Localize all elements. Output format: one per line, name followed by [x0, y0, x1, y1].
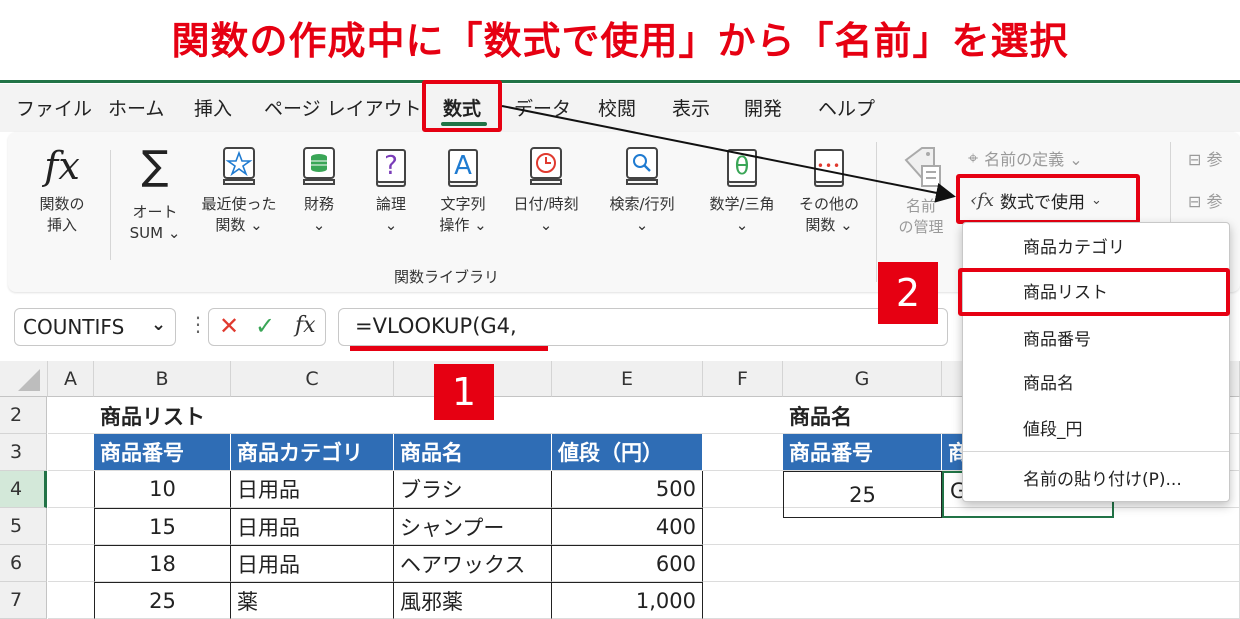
menu-item-product-number[interactable]: 商品番号: [963, 315, 1229, 360]
menu-item-product-name[interactable]: 商品名: [963, 359, 1229, 404]
menu-divider: [963, 451, 1229, 452]
menu-item-price[interactable]: 値段_円: [963, 405, 1229, 450]
menu-item-paste-names[interactable]: 名前の貼り付け(P)...: [963, 455, 1229, 500]
menu-item-category[interactable]: 商品カテゴリ: [963, 223, 1229, 268]
product-list-highlight: [958, 268, 1230, 316]
use-in-formula-menu: 商品カテゴリ 商品リスト 商品番号 商品名 値段_円 名前の貼り付け(P)...: [962, 222, 1230, 502]
